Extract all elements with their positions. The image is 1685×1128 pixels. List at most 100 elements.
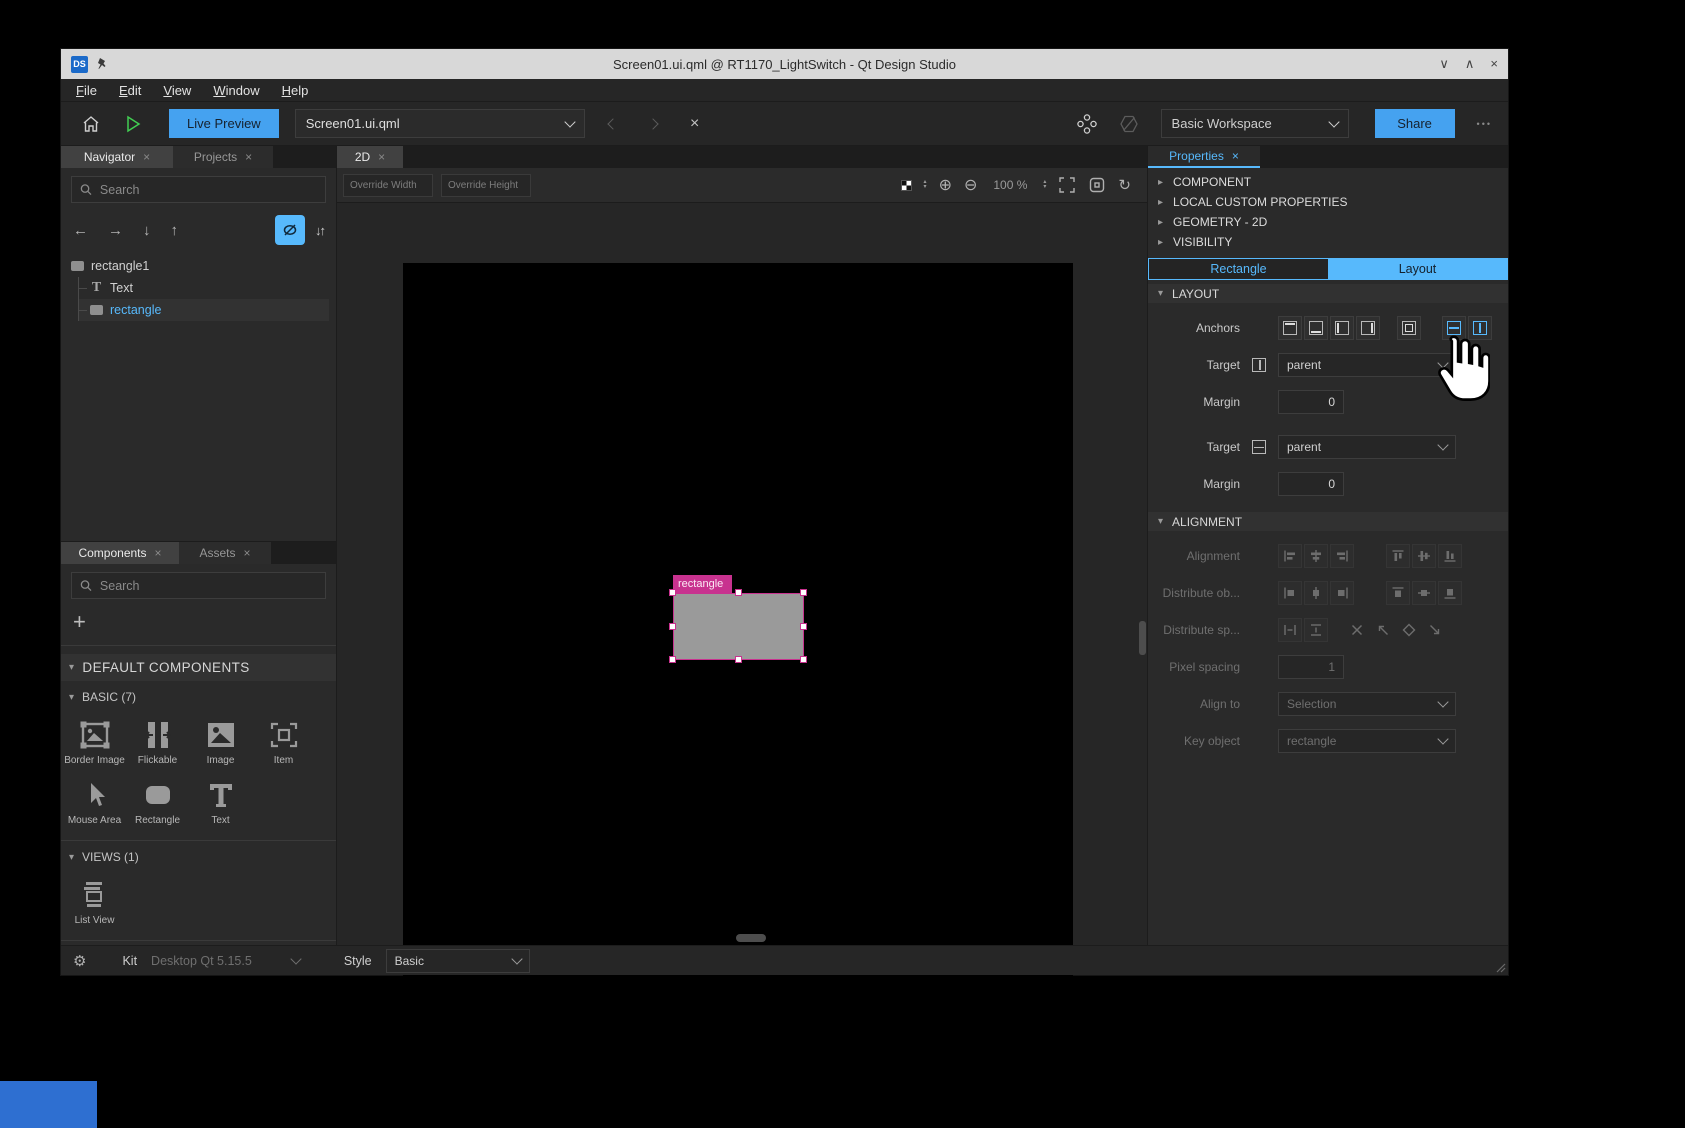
run-project-icon[interactable] xyxy=(119,110,147,138)
kit-selector[interactable]: Desktop Qt 5.15.5 xyxy=(151,954,300,968)
close-icon[interactable]: × xyxy=(244,546,251,560)
pixel-spacing-input[interactable] xyxy=(1278,655,1344,679)
tab-projects[interactable]: Projects × xyxy=(173,146,273,168)
distribute-spacing-horizontal-button[interactable] xyxy=(1278,618,1302,642)
filter-invisible-button[interactable] xyxy=(275,215,305,245)
tree-item-rectangle1[interactable]: rectangle1 xyxy=(71,255,336,277)
no-distribution-button[interactable] xyxy=(1345,618,1369,642)
reset-view-icon[interactable] xyxy=(1088,176,1106,194)
component-image[interactable]: Image xyxy=(189,712,252,772)
close-icon[interactable]: × xyxy=(378,150,385,164)
align-top-button[interactable] xyxy=(1386,544,1410,568)
tab-properties[interactable]: Properties × xyxy=(1148,146,1260,168)
selected-rectangle[interactable] xyxy=(673,593,804,660)
distribute-horizontal-center-button[interactable] xyxy=(1304,581,1328,605)
align-to-dropdown[interactable]: Selection xyxy=(1278,692,1456,716)
handle-bottom-left[interactable] xyxy=(669,656,676,663)
key-object-dropdown[interactable]: rectangle xyxy=(1278,729,1456,753)
close-icon[interactable]: × xyxy=(245,150,252,164)
close-window-button[interactable]: × xyxy=(1490,56,1498,72)
distribute-origin-bottom-right-button[interactable] xyxy=(1423,618,1447,642)
component-item[interactable]: Item xyxy=(252,712,315,772)
menu-help[interactable]: Help xyxy=(273,81,318,100)
align-right-button[interactable] xyxy=(1330,544,1354,568)
move-down-icon[interactable]: ↓ xyxy=(143,222,151,239)
gear-icon[interactable]: ⚙ xyxy=(73,952,86,970)
component-border-image[interactable]: Border Image xyxy=(63,712,126,772)
anchor-horizontal-center-button[interactable] xyxy=(1468,316,1492,340)
margin-horizontal-input[interactable] xyxy=(1278,390,1344,414)
zoom-in-icon[interactable]: ⊕ xyxy=(939,175,952,195)
share-button[interactable]: Share xyxy=(1375,109,1455,138)
refresh-icon[interactable]: ↻ xyxy=(1118,176,1131,194)
tree-item-rectangle[interactable]: rectangle xyxy=(79,299,329,321)
live-preview-button[interactable]: Live Preview xyxy=(169,109,279,138)
spinner-icon[interactable]: ▴▾ xyxy=(1043,180,1046,190)
handle-top-right[interactable] xyxy=(800,589,807,596)
component-rectangle[interactable]: Rectangle xyxy=(126,772,189,832)
handle-mid-right[interactable] xyxy=(800,623,807,630)
move-left-icon[interactable]: ← xyxy=(73,222,88,239)
tree-item-text[interactable]: T Text xyxy=(79,277,336,299)
component-text[interactable]: Text xyxy=(189,772,252,832)
workspace-selector[interactable]: Basic Workspace xyxy=(1161,109,1349,138)
navigator-search-input[interactable] xyxy=(100,183,317,197)
layout-section-header[interactable]: ▾ LAYOUT xyxy=(1148,284,1508,303)
resize-grip[interactable] xyxy=(1494,961,1506,973)
distribute-top-button[interactable] xyxy=(1386,581,1410,605)
minimize-button[interactable]: ∨ xyxy=(1439,56,1449,72)
override-width-input[interactable] xyxy=(343,174,433,197)
add-module-button[interactable]: + xyxy=(61,603,336,646)
titlebar[interactable]: DS Screen01.ui.qml @ RT1170_LightSwitch … xyxy=(61,49,1508,79)
components-search-input[interactable] xyxy=(100,579,317,593)
fit-to-screen-icon[interactable] xyxy=(1058,176,1076,194)
handle-mid-left[interactable] xyxy=(669,623,676,630)
menu-file[interactable]: File xyxy=(67,81,106,100)
menu-window[interactable]: Window xyxy=(204,81,268,100)
toolbar-overflow-button[interactable]: ••• xyxy=(1477,119,1492,129)
handle-bottom-center[interactable] xyxy=(735,656,742,663)
library-header[interactable]: ▾ DEFAULT COMPONENTS xyxy=(61,654,336,681)
components-search[interactable] xyxy=(71,572,326,599)
close-icon[interactable]: × xyxy=(1232,149,1239,163)
qml-scene[interactable]: rectangle xyxy=(403,263,1073,987)
align-vertical-center-button[interactable] xyxy=(1412,544,1436,568)
section-local-custom-properties[interactable]: ▸ LOCAL CUSTOM PROPERTIES xyxy=(1148,192,1508,212)
distribute-spacing-vertical-button[interactable] xyxy=(1304,618,1328,642)
horizontal-scrollbar[interactable] xyxy=(736,934,766,942)
menu-view[interactable]: View xyxy=(154,81,200,100)
anchor-right-button[interactable] xyxy=(1356,316,1380,340)
close-icon[interactable]: × xyxy=(143,150,150,164)
spinner-icon[interactable]: ▴▾ xyxy=(924,180,927,190)
handle-top-left[interactable] xyxy=(669,589,676,596)
section-geometry-2d[interactable]: ▸ GEOMETRY - 2D xyxy=(1148,212,1508,232)
target-horizontal-dropdown[interactable]: parent xyxy=(1278,353,1456,377)
component-list-view[interactable]: List View xyxy=(63,872,126,932)
section-visibility[interactable]: ▸ VISIBILITY xyxy=(1148,232,1508,252)
maximize-button[interactable]: ∧ xyxy=(1465,56,1475,72)
alignment-section-header[interactable]: ▾ ALIGNMENT xyxy=(1148,512,1508,531)
nodes-icon[interactable] xyxy=(1073,110,1101,138)
vertical-scrollbar[interactable] xyxy=(1139,621,1146,655)
margin-vertical-input[interactable] xyxy=(1278,472,1344,496)
group-views-header[interactable]: ▾ VIEWS (1) xyxy=(61,841,336,868)
anchor-fill-button[interactable] xyxy=(1397,316,1421,340)
zoom-out-icon[interactable]: ⊖ xyxy=(964,175,977,195)
distribute-bottom-button[interactable] xyxy=(1438,581,1462,605)
handle-top-center[interactable] xyxy=(735,589,742,596)
mode-tab-rectangle[interactable]: Rectangle xyxy=(1149,259,1328,279)
target-vertical-dropdown[interactable]: parent xyxy=(1278,435,1456,459)
forward-button[interactable] xyxy=(639,110,667,138)
distribute-origin-top-left-button[interactable] xyxy=(1371,618,1395,642)
handle-bottom-right[interactable] xyxy=(800,656,807,663)
section-component[interactable]: ▸ COMPONENT xyxy=(1148,172,1508,192)
mode-tab-layout[interactable]: Layout xyxy=(1328,259,1507,279)
align-left-button[interactable] xyxy=(1278,544,1302,568)
canvas-viewport[interactable]: rectangle xyxy=(337,203,1147,945)
anchor-vertical-center-button[interactable] xyxy=(1442,316,1466,340)
home-icon[interactable] xyxy=(77,110,105,138)
annotation-icon[interactable] xyxy=(1115,110,1143,138)
move-up-icon[interactable]: ↑ xyxy=(171,222,179,239)
tab-navigator[interactable]: Navigator × xyxy=(61,146,173,168)
tab-2d[interactable]: 2D × xyxy=(337,146,403,168)
